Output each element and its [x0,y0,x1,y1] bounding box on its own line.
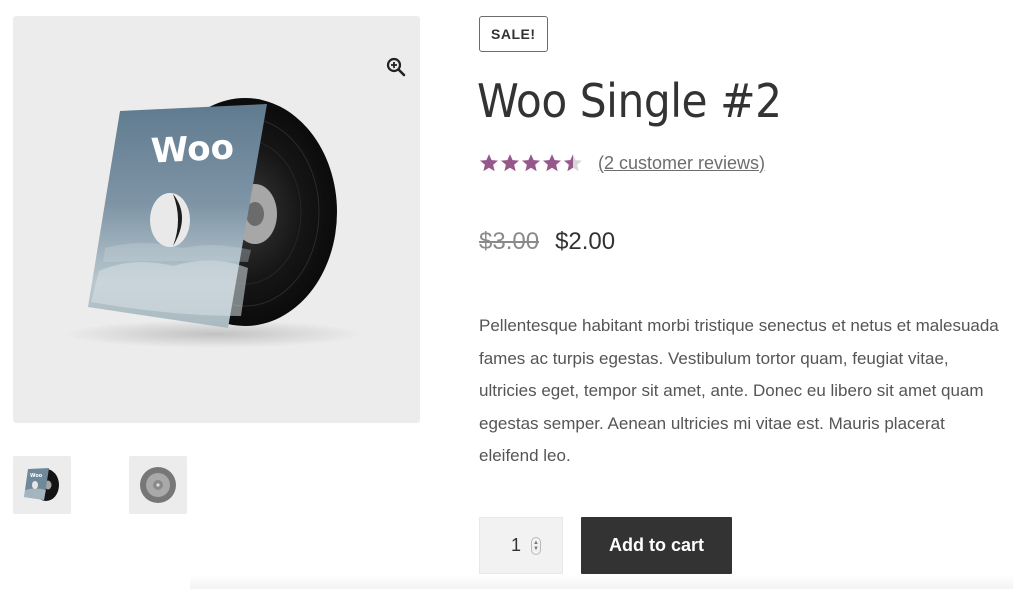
sale-price: $2.00 [555,228,616,255]
rating-stars [479,153,583,173]
thumbnail-vinyl-record[interactable] [129,456,187,514]
quantity-input[interactable]: 1 [511,535,521,556]
customer-reviews-link[interactable]: (2 customer reviews) [598,153,765,174]
add-to-cart-button[interactable]: Add to cart [581,517,732,574]
product-main-image[interactable]: Woo [13,16,420,423]
svg-text:Woo: Woo [30,473,43,479]
star-icon [543,154,561,172]
sale-badge: SALE! [479,16,548,52]
quantity-spinner-icon[interactable]: ▲ ▼ [531,536,541,555]
chevron-down-icon[interactable]: ▼ [533,546,539,552]
star-icon [564,154,582,172]
quantity-stepper[interactable]: 1 ▲ ▼ [479,517,563,574]
vinyl-record-thumbnail [140,467,176,503]
star-icon [501,154,519,172]
page-footer-edge [190,574,1013,589]
vinyl-single-artwork: Woo [63,98,363,348]
product-short-description: Pellentesque habitant morbi tristique se… [479,316,999,465]
original-price: $3.00 [479,228,540,255]
product-price: $3.00 $2.00 [479,228,615,256]
star-icon [522,154,540,172]
product-title: Woo Single #2 [477,74,782,128]
album-cover-thumbnail: Woo [24,468,59,501]
star-rating: (2 customer reviews) [479,150,765,176]
thumbnail-album-cover[interactable]: Woo [13,456,71,514]
magnify-plus-icon [386,57,406,77]
star-icon [480,154,498,172]
svg-text:Woo: Woo [150,127,235,171]
zoom-button[interactable] [379,50,413,84]
